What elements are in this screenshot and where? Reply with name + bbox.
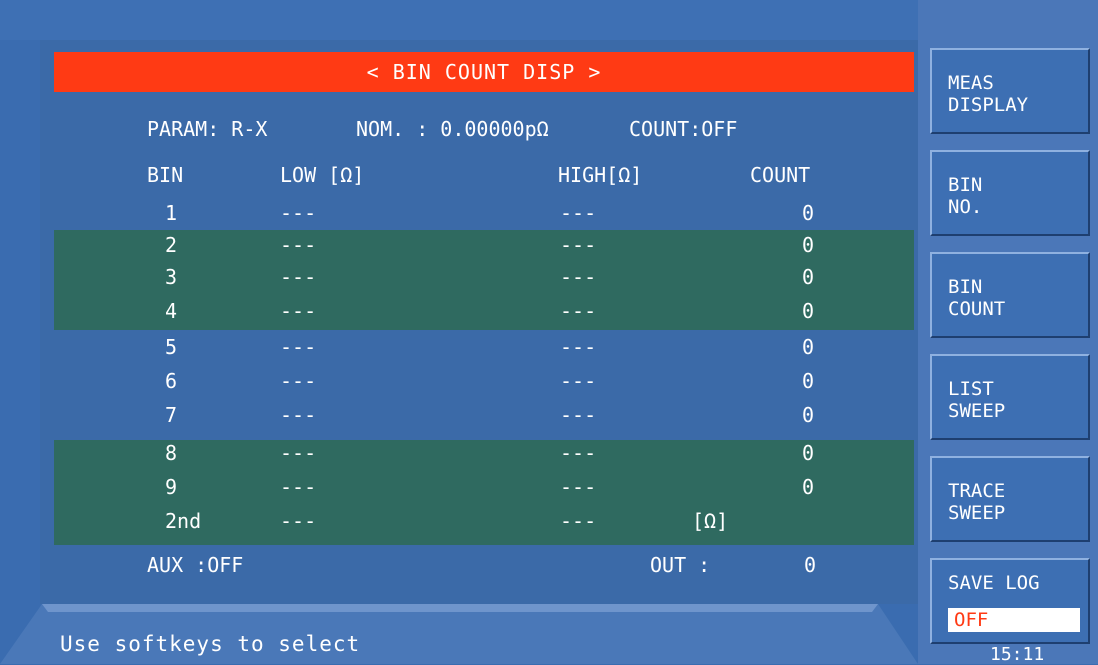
table-row: 2nd --- --- [Ω] xyxy=(40,506,918,536)
low-limit: --- xyxy=(280,201,317,225)
low-limit: --- xyxy=(280,233,317,257)
meas-display-softkey[interactable]: MEAS DISPLAY xyxy=(930,48,1090,134)
softkey-label: SAVE LOG xyxy=(948,572,1040,594)
bin-number: 8 xyxy=(165,441,178,465)
bin-count: 0 xyxy=(801,265,815,289)
bin-number: 1 xyxy=(165,201,178,225)
high-limit: --- xyxy=(560,441,597,465)
column-header-low: LOW [Ω] xyxy=(280,163,365,187)
bin-count: 0 xyxy=(801,403,815,427)
high-limit: --- xyxy=(560,369,597,393)
low-limit: --- xyxy=(280,441,317,465)
table-row: 3 --- --- 0 xyxy=(40,262,918,292)
low-limit: --- xyxy=(280,335,317,359)
out-value: 0 xyxy=(803,553,817,577)
low-limit: --- xyxy=(280,299,317,323)
bin-count-softkey[interactable]: BIN COUNT xyxy=(930,252,1090,338)
softkey-label: BIN COUNT xyxy=(948,276,1006,320)
bin-count: 0 xyxy=(801,441,815,465)
high-limit: --- xyxy=(560,403,597,427)
high-limit: --- xyxy=(560,335,597,359)
bin-number: 9 xyxy=(165,475,178,499)
softkey-panel: MEAS DISPLAY BIN NO. BIN COUNT LIST SWEE… xyxy=(918,0,1098,664)
high-limit: --- xyxy=(560,233,597,257)
bin-number: 7 xyxy=(165,403,178,427)
table-row: 5 --- --- 0 xyxy=(40,332,918,362)
high-limit: --- xyxy=(560,201,597,225)
column-header-bin: BIN xyxy=(147,163,184,187)
bin-number: 6 xyxy=(165,369,178,393)
save-log-value: OFF xyxy=(948,608,1080,632)
bin-count: 0 xyxy=(801,299,815,323)
low-limit: --- xyxy=(280,475,317,499)
column-header-count: COUNT xyxy=(750,163,811,187)
second-bin-unit: [Ω] xyxy=(692,509,729,533)
instrument-screen: < BIN COUNT DISP > PARAM: R-X NOM. : 0.0… xyxy=(0,0,1098,665)
bin-no-softkey[interactable]: BIN NO. xyxy=(930,150,1090,236)
softkey-label: BIN NO. xyxy=(948,174,983,218)
bin-count: 0 xyxy=(801,369,815,393)
high-limit: --- xyxy=(560,509,597,533)
table-row: 7 --- --- 0 xyxy=(40,400,918,430)
param-label: PARAM: R-X xyxy=(147,117,268,141)
table-row: 9 --- --- 0 xyxy=(40,472,918,502)
aux-status: AUX :OFF xyxy=(147,553,244,577)
out-label: OUT : xyxy=(650,553,711,577)
bin-number: 3 xyxy=(165,265,178,289)
column-header-high: HIGH[Ω] xyxy=(558,163,643,187)
page-title: < BIN COUNT DISP > xyxy=(54,52,914,92)
high-limit: --- xyxy=(560,265,597,289)
count-status: COUNT:OFF xyxy=(629,117,738,141)
low-limit: --- xyxy=(280,403,317,427)
list-sweep-softkey[interactable]: LIST SWEEP xyxy=(930,354,1090,440)
bin-number: 2 xyxy=(165,233,178,257)
status-message: Use softkeys to select xyxy=(60,632,361,656)
low-limit: --- xyxy=(280,369,317,393)
table-row: 6 --- --- 0 xyxy=(40,366,918,396)
softkey-label: TRACE SWEEP xyxy=(948,480,1006,524)
trace-sweep-softkey[interactable]: TRACE SWEEP xyxy=(930,456,1090,542)
bin-number: 4 xyxy=(165,299,178,323)
bin-count: 0 xyxy=(801,233,815,257)
table-row: 1 --- --- 0 xyxy=(40,198,918,228)
save-log-softkey[interactable]: SAVE LOG OFF xyxy=(930,558,1090,644)
bin-count: 0 xyxy=(801,201,815,225)
top-strip xyxy=(0,0,918,40)
bin-number: 2nd xyxy=(165,509,202,533)
table-row: 2 --- --- 0 xyxy=(40,230,918,260)
high-limit: --- xyxy=(560,299,597,323)
bin-count-panel: < BIN COUNT DISP > PARAM: R-X NOM. : 0.0… xyxy=(40,40,918,605)
table-row: 8 --- --- 0 xyxy=(40,438,918,468)
high-limit: --- xyxy=(560,475,597,499)
bin-count: 0 xyxy=(801,335,815,359)
nominal-value: NOM. : 0.00000pΩ xyxy=(356,117,549,141)
softkey-label: LIST SWEEP xyxy=(948,378,1006,422)
low-limit: --- xyxy=(280,509,317,533)
bin-count: 0 xyxy=(801,475,815,499)
softkey-label: MEAS DISPLAY xyxy=(948,72,1029,116)
low-limit: --- xyxy=(280,265,317,289)
table-row: 4 --- --- 0 xyxy=(40,296,918,326)
bin-number: 5 xyxy=(165,335,178,359)
clock: 15:11 xyxy=(990,644,1045,665)
